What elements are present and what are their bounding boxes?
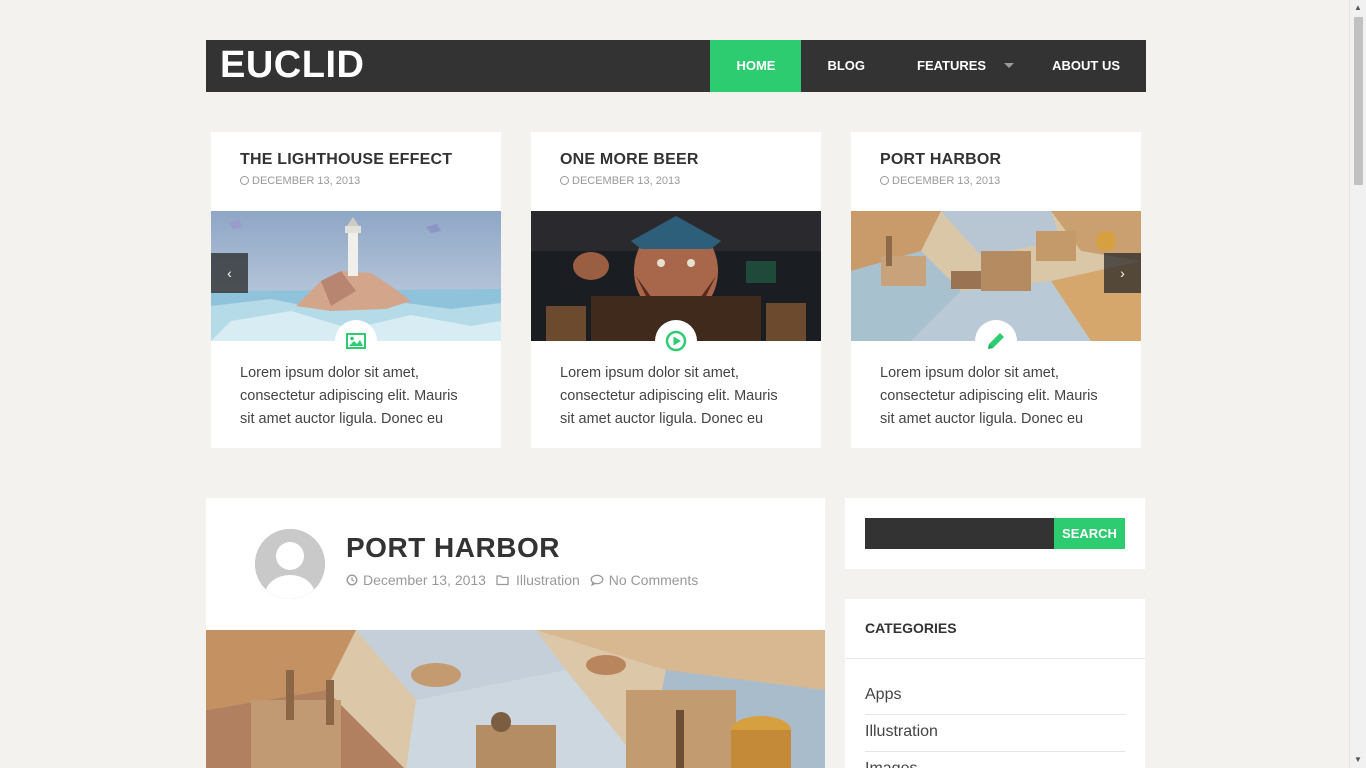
pencil-icon (988, 333, 1004, 349)
categories-widget: CATEGORIES Apps Illustration Images (845, 599, 1145, 768)
card-excerpt: Lorem ipsum dolor sit amet, consectetur … (560, 365, 778, 427)
chevron-left-icon: ‹ (227, 265, 232, 281)
standard-format-badge (975, 320, 1017, 362)
card-title[interactable]: PORT HARBOR (880, 151, 1001, 169)
card-title[interactable]: ONE MORE BEER (560, 151, 699, 169)
slider-prev-button[interactable]: ‹ (211, 253, 248, 293)
nav-item-blog[interactable]: BLOG (801, 40, 891, 92)
category-link[interactable]: Illustration (865, 715, 1125, 752)
category-link[interactable]: Apps (865, 679, 1125, 715)
clock-icon (880, 176, 889, 185)
author-avatar[interactable] (255, 529, 325, 599)
divider (845, 658, 1145, 659)
card-date-text: DECEMBER 13, 2013 (572, 175, 681, 187)
play-circle-icon (665, 330, 687, 352)
card-date-text: DECEMBER 13, 2013 (892, 175, 1001, 187)
nav-item-features-label: FEATURES (917, 58, 987, 73)
search-button[interactable]: SEARCH (1054, 518, 1125, 549)
search-input[interactable] (865, 518, 1055, 549)
card-date: DECEMBER 13, 2013 (560, 175, 680, 187)
clock-icon (240, 176, 249, 185)
card-date: DECEMBER 13, 2013 (240, 175, 360, 187)
site-header: EUCLID HOME BLOG FEATURES ABOUT US (206, 40, 1146, 92)
card-date-text: DECEMBER 13, 2013 (252, 175, 361, 187)
slider-next-button[interactable]: › (1104, 253, 1141, 293)
scroll-up-arrow-icon[interactable]: ▲ (1350, 0, 1366, 16)
video-format-badge (655, 320, 697, 362)
post-date: December 13, 2013 (363, 572, 486, 588)
user-silhouette-icon (255, 529, 325, 599)
scroll-down-arrow-icon[interactable]: ▼ (1350, 752, 1366, 768)
categories-list: Apps Illustration Images (865, 679, 1125, 768)
category-link[interactable]: Images (865, 752, 1125, 768)
post-title[interactable]: PORT HARBOR (346, 532, 560, 564)
image-format-badge (335, 320, 377, 362)
clock-icon (346, 574, 358, 586)
categories-title: CATEGORIES (865, 620, 957, 636)
main-nav: HOME BLOG FEATURES ABOUT US (710, 40, 1146, 92)
post-comments-link[interactable]: No Comments (609, 572, 698, 588)
search-widget: SEARCH (845, 498, 1145, 569)
slider-card: PORT HARBOR DECEMBER 13, 2013 Lorem ipsu… (851, 132, 1141, 448)
folder-icon (496, 575, 509, 586)
card-excerpt: Lorem ipsum dolor sit amet, consectetur … (880, 365, 1098, 427)
site-logo[interactable]: EUCLID (220, 44, 364, 87)
post-meta: December 13, 2013 Illustration No Commen… (346, 572, 698, 588)
card-title[interactable]: THE LIGHTHOUSE EFFECT (240, 151, 452, 169)
image-icon (346, 333, 366, 349)
nav-item-home[interactable]: HOME (710, 40, 802, 92)
comment-icon (590, 574, 604, 586)
card-date: DECEMBER 13, 2013 (880, 175, 1000, 187)
slider-card: ONE MORE BEER DECEMBER 13, 2013 Lorem ip… (531, 132, 821, 448)
caret-down-icon (1004, 63, 1015, 68)
card-excerpt: Lorem ipsum dolor sit amet, consectetur … (240, 365, 458, 427)
scrollbar-thumb[interactable] (1354, 17, 1363, 185)
post-category-link[interactable]: Illustration (516, 572, 580, 588)
slider-card: THE LIGHTHOUSE EFFECT DECEMBER 13, 2013 … (211, 132, 501, 448)
chevron-right-icon: › (1120, 265, 1125, 281)
clock-icon (560, 176, 569, 185)
nav-item-features[interactable]: FEATURES (891, 40, 1026, 92)
blog-post: PORT HARBOR December 13, 2013 Illustrati… (206, 498, 825, 768)
page-scrollbar[interactable]: ▲ ▼ (1349, 0, 1366, 768)
nav-item-about-us[interactable]: ABOUT US (1026, 40, 1146, 92)
post-featured-image[interactable] (206, 630, 825, 768)
